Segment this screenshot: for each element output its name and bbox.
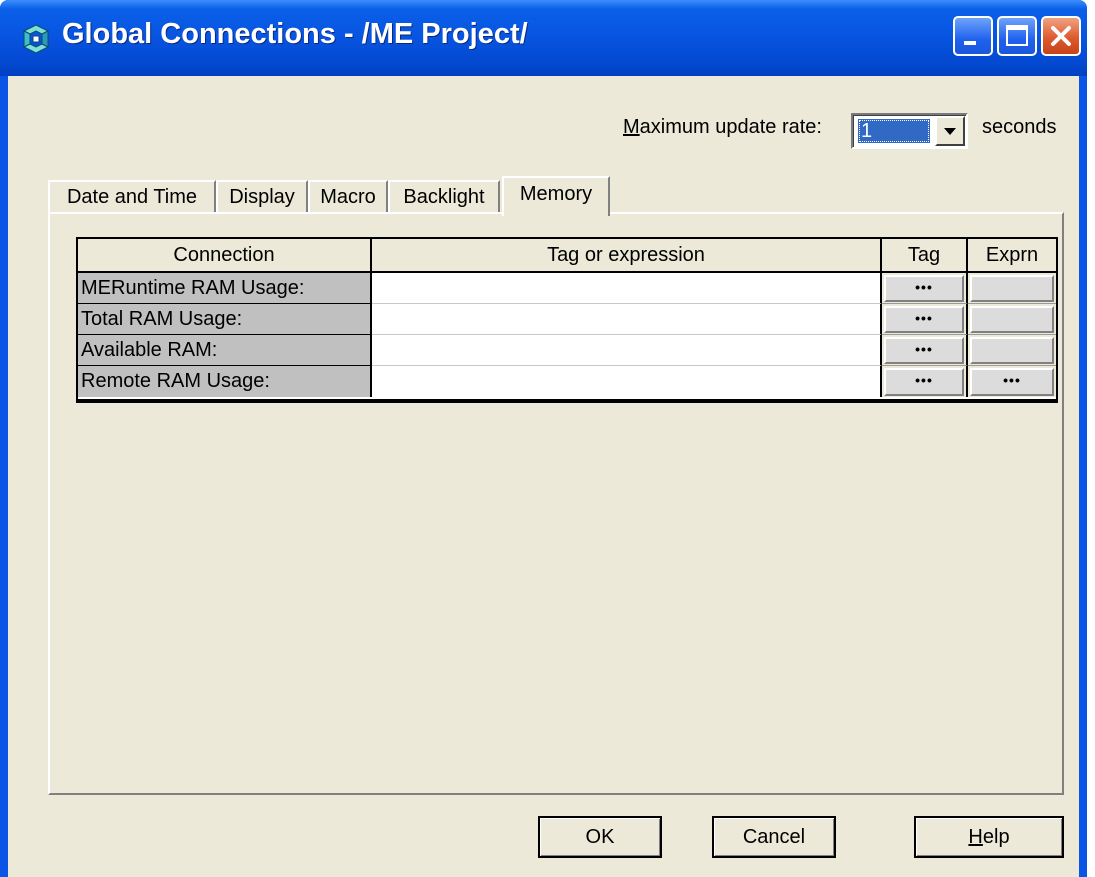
expression-editor-button[interactable] [970, 337, 1054, 364]
column-header-connection[interactable]: Connection [78, 239, 372, 273]
update-rate-label: Maximum update rate: [623, 116, 822, 139]
dialog-window: Global Connections - /ME Project/ Maximu… [0, 0, 1087, 877]
tab-macro[interactable]: Macro [308, 180, 388, 214]
exprn-cell [968, 304, 1056, 335]
tab-memory[interactable]: Memory [502, 176, 610, 216]
expression-editor-button[interactable] [970, 275, 1054, 302]
tag-cell: ••• [882, 273, 968, 304]
column-header-tag-or-expression[interactable]: Tag or expression [372, 239, 882, 273]
expression-editor-button[interactable] [970, 306, 1054, 333]
tag-browse-button[interactable]: ••• [884, 337, 964, 364]
connection-label-meruntime-ram-usage: MERuntime RAM Usage: [78, 273, 372, 304]
tab-backlight[interactable]: Backlight [388, 180, 500, 214]
tab-date-and-time[interactable]: Date and Time [48, 180, 216, 214]
connections-grid: Connection Tag or expression Tag Exprn M… [76, 237, 1058, 401]
ok-button[interactable]: OK [538, 816, 662, 858]
app-icon [22, 24, 50, 54]
close-icon [1051, 26, 1071, 46]
minimize-icon [964, 41, 976, 45]
title-bar[interactable]: Global Connections - /ME Project/ [0, 0, 1087, 76]
connection-label-remote-ram-usage: Remote RAM Usage: [78, 366, 372, 397]
tag-cell: ••• [882, 304, 968, 335]
update-rate-units: seconds [982, 116, 1057, 138]
tag-expression-input-total-ram-usage[interactable] [372, 304, 882, 335]
help-button-accel: H [968, 826, 983, 848]
tag-expression-input-available-ram[interactable] [372, 335, 882, 366]
memory-tab-panel: Connection Tag or expression Tag Exprn M… [48, 212, 1064, 795]
update-rate-value[interactable]: 1 [858, 119, 930, 143]
exprn-cell [968, 335, 1056, 366]
tag-cell: ••• [882, 335, 968, 366]
expression-editor-button[interactable]: ••• [970, 368, 1054, 396]
chevron-down-icon [944, 128, 956, 135]
tag-expression-input-meruntime-ram-usage[interactable] [372, 273, 882, 304]
exprn-cell [968, 273, 1056, 304]
update-rate-dropdown-button[interactable] [935, 116, 965, 146]
tag-expression-input-remote-ram-usage[interactable] [372, 366, 882, 397]
tag-browse-button[interactable]: ••• [884, 306, 964, 333]
column-header-tag[interactable]: Tag [882, 239, 968, 273]
minimize-button[interactable] [953, 16, 993, 56]
tab-display[interactable]: Display [216, 180, 308, 214]
maximize-icon [1006, 25, 1028, 46]
update-rate-label-text: aximum update rate: [639, 116, 822, 138]
exprn-cell: ••• [968, 366, 1056, 397]
close-button[interactable] [1041, 16, 1081, 56]
help-button-label: elp [982, 826, 1010, 848]
tag-browse-button[interactable]: ••• [884, 275, 964, 302]
tag-browse-button[interactable]: ••• [884, 368, 964, 396]
update-rate-label-accel: M [623, 116, 640, 138]
tag-cell: ••• [882, 366, 968, 397]
connection-label-total-ram-usage: Total RAM Usage: [78, 304, 372, 335]
connection-label-available-ram: Available RAM: [78, 335, 372, 366]
help-button[interactable]: Help [914, 816, 1064, 858]
window-title: Global Connections - /ME Project/ [62, 18, 528, 50]
update-rate-combobox[interactable]: 1 [851, 113, 968, 149]
dialog-client-area: Maximum update rate: 1 seconds Date and … [8, 76, 1079, 877]
cancel-button[interactable]: Cancel [712, 816, 836, 858]
maximize-button[interactable] [997, 16, 1037, 56]
column-header-exprn[interactable]: Exprn [968, 239, 1056, 273]
